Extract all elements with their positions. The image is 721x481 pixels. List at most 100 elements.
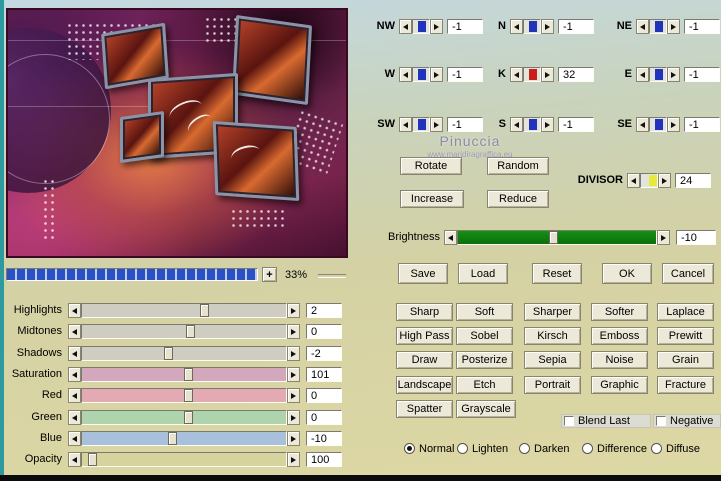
filter-sepia-button[interactable]: Sepia: [524, 351, 581, 369]
spinner-thumb[interactable]: [529, 21, 537, 32]
blue-value[interactable]: -10: [306, 431, 342, 446]
filter-noise-button[interactable]: Noise: [591, 351, 648, 369]
slider-right-arrow[interactable]: [656, 230, 670, 245]
matrix-spinner-k[interactable]: [510, 67, 554, 82]
spinner-track[interactable]: [523, 67, 541, 82]
spinner-thumb[interactable]: [418, 119, 426, 130]
opacity-slider[interactable]: [68, 452, 300, 467]
matrix-spinner-nw[interactable]: [399, 19, 443, 34]
filter-soft-button[interactable]: Soft: [456, 303, 513, 321]
filter-landscape-button[interactable]: Landscape: [396, 376, 453, 394]
slider-left-arrow[interactable]: [68, 452, 81, 467]
filter-kirsch-button[interactable]: Kirsch: [524, 327, 581, 345]
spinner-right-arrow[interactable]: [541, 19, 554, 34]
blue-slider[interactable]: [68, 431, 300, 446]
slider-right-arrow[interactable]: [287, 452, 300, 467]
spinner-left-arrow[interactable]: [627, 173, 640, 188]
blend-mode-difference[interactable]: Difference: [582, 442, 647, 455]
zoom-plus-button[interactable]: +: [262, 267, 277, 282]
filter-fracture-button[interactable]: Fracture: [657, 376, 714, 394]
matrix-spinner-sw[interactable]: [399, 117, 443, 132]
load-button[interactable]: Load: [458, 263, 508, 284]
filter-sobel-button[interactable]: Sobel: [456, 327, 513, 345]
reset-button[interactable]: Reset: [532, 263, 582, 284]
random-button[interactable]: Random: [487, 157, 549, 175]
shadows-value[interactable]: -2: [306, 346, 342, 361]
rotate-button[interactable]: Rotate: [400, 157, 462, 175]
red-value[interactable]: 0: [306, 388, 342, 403]
slider-left-arrow[interactable]: [443, 230, 457, 245]
spinner-right-arrow[interactable]: [667, 19, 680, 34]
spinner-left-arrow[interactable]: [510, 67, 523, 82]
spinner-track[interactable]: [649, 67, 667, 82]
blend-mode-diffuse[interactable]: Diffuse: [651, 442, 700, 455]
spinner-thumb[interactable]: [529, 69, 537, 80]
filter-sharp-button[interactable]: Sharp: [396, 303, 453, 321]
spinner-left-arrow[interactable]: [399, 67, 412, 82]
spinner-left-arrow[interactable]: [636, 117, 649, 132]
opacity-value[interactable]: 100: [306, 452, 342, 467]
filter-grayscale-button[interactable]: Grayscale: [456, 400, 516, 418]
slider-thumb[interactable]: [184, 389, 193, 402]
slider-track[interactable]: [81, 367, 287, 382]
matrix-value-k[interactable]: 32: [558, 67, 594, 82]
blend-mode-normal[interactable]: Normal: [404, 442, 454, 455]
spinner-right-arrow[interactable]: [541, 117, 554, 132]
shadows-slider[interactable]: [68, 346, 300, 361]
matrix-spinner-se[interactable]: [636, 117, 680, 132]
green-slider[interactable]: [68, 410, 300, 425]
reduce-button[interactable]: Reduce: [487, 190, 549, 208]
blend-mode-darken[interactable]: Darken: [519, 442, 569, 455]
radio-icon[interactable]: [404, 443, 415, 454]
spinner-thumb[interactable]: [529, 119, 537, 130]
spinner-right-arrow[interactable]: [667, 67, 680, 82]
spinner-left-arrow[interactable]: [636, 67, 649, 82]
radio-icon[interactable]: [519, 443, 530, 454]
slider-track[interactable]: [81, 410, 287, 425]
filter-etch-button[interactable]: Etch: [456, 376, 513, 394]
matrix-value-nw[interactable]: -1: [447, 19, 483, 34]
spinner-track[interactable]: [412, 117, 430, 132]
slider-right-arrow[interactable]: [287, 346, 300, 361]
spinner-track[interactable]: [523, 117, 541, 132]
matrix-value-se[interactable]: -1: [684, 117, 720, 132]
green-value[interactable]: 0: [306, 410, 342, 425]
slider-left-arrow[interactable]: [68, 431, 81, 446]
filter-sharper-button[interactable]: Sharper: [524, 303, 581, 321]
spinner-left-arrow[interactable]: [636, 19, 649, 34]
filter-softer-button[interactable]: Softer: [591, 303, 648, 321]
brightness-track[interactable]: [456, 230, 657, 245]
brightness-thumb[interactable]: [549, 231, 559, 244]
matrix-value-ne[interactable]: -1: [684, 19, 720, 34]
spinner-right-arrow[interactable]: [541, 67, 554, 82]
saturation-slider[interactable]: [68, 367, 300, 382]
filter-emboss-button[interactable]: Emboss: [591, 327, 648, 345]
slider-right-arrow[interactable]: [287, 431, 300, 446]
slider-left-arrow[interactable]: [68, 388, 81, 403]
slider-right-arrow[interactable]: [287, 388, 300, 403]
save-button[interactable]: Save: [398, 263, 448, 284]
matrix-value-e[interactable]: -1: [684, 67, 720, 82]
radio-icon[interactable]: [582, 443, 593, 454]
filter-spatter-button[interactable]: Spatter: [396, 400, 453, 418]
slider-track[interactable]: [81, 346, 287, 361]
slider-left-arrow[interactable]: [68, 324, 81, 339]
filter-highpass-button[interactable]: High Pass: [396, 327, 453, 345]
spinner-left-arrow[interactable]: [399, 117, 412, 132]
matrix-value-w[interactable]: -1: [447, 67, 483, 82]
spinner-track[interactable]: [649, 117, 667, 132]
filter-graphic-button[interactable]: Graphic: [591, 376, 648, 394]
matrix-spinner-s[interactable]: [510, 117, 554, 132]
spinner-thumb[interactable]: [649, 175, 657, 186]
midtones-value[interactable]: 0: [306, 324, 342, 339]
highlights-value[interactable]: 2: [306, 303, 342, 318]
filter-laplace-button[interactable]: Laplace: [657, 303, 714, 321]
slider-thumb[interactable]: [88, 453, 98, 466]
slider-thumb[interactable]: [200, 304, 210, 317]
checkbox-box-icon[interactable]: [656, 416, 666, 426]
spinner-track[interactable]: [412, 19, 430, 34]
slider-thumb[interactable]: [163, 347, 173, 360]
matrix-value-n[interactable]: -1: [558, 19, 594, 34]
spinner-thumb[interactable]: [655, 119, 663, 130]
filter-portrait-button[interactable]: Portrait: [524, 376, 581, 394]
